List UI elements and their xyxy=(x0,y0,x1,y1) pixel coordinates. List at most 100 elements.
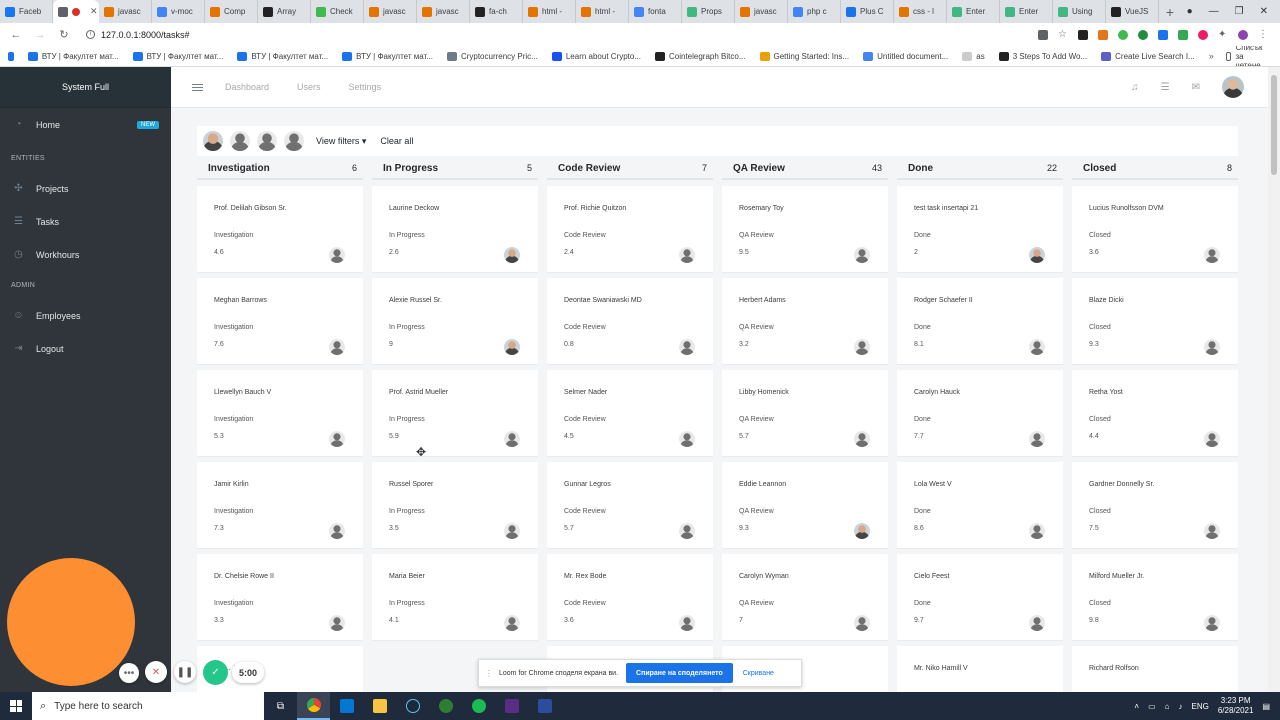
taskbar-chrome[interactable] xyxy=(297,692,330,720)
address-bar[interactable]: i 127.0.0.1:8000/tasks# xyxy=(86,30,190,40)
browser-tab[interactable]: Comp xyxy=(205,0,258,23)
browser-tab[interactable]: php c xyxy=(788,0,841,23)
task-card[interactable]: Richard RolfsonClosed xyxy=(1072,646,1238,692)
task-card[interactable]: Cielo Feest Done 9.7 xyxy=(897,554,1063,640)
profile-avatar[interactable] xyxy=(1238,29,1248,40)
task-card[interactable]: Selmer Nader Code Review 4.5 xyxy=(547,370,713,456)
taskbar-search[interactable]: ⌕ Type here to search xyxy=(32,692,264,720)
assignee-avatar[interactable] xyxy=(854,339,870,355)
assignee-avatar[interactable] xyxy=(329,523,345,539)
task-card[interactable]: Libby Homenick QA Review 5.7 xyxy=(722,370,888,456)
bookmark-item[interactable]: Learn about Crypto... xyxy=(551,51,641,61)
metamask-icon[interactable] xyxy=(1098,29,1108,40)
site-info-icon[interactable]: i xyxy=(86,30,95,39)
loom-camera-bubble[interactable] xyxy=(7,558,135,686)
assignee-avatar[interactable] xyxy=(504,523,520,539)
assignee-avatar[interactable] xyxy=(329,431,345,447)
bookmark-item[interactable]: ВТУ | Факултет мат... xyxy=(27,51,119,61)
task-card[interactable]: Russel Sporer In Progress 3.5 xyxy=(372,462,538,548)
task-card[interactable]: Meghan Barrows Investigation 7.6 xyxy=(197,278,363,364)
task-card[interactable]: Llewellyn Bauch V Investigation 5.3 xyxy=(197,370,363,456)
sidebar-item-tasks[interactable]: ☰ Tasks xyxy=(0,205,171,238)
task-card[interactable]: Lucius Runolfsson DVM Closed 3.6 xyxy=(1072,186,1238,272)
battery-icon[interactable]: ▭ xyxy=(1148,702,1156,711)
task-view-icon[interactable]: ⧉ xyxy=(264,692,297,720)
filter-avatar[interactable] xyxy=(256,130,278,152)
assignee-avatar[interactable] xyxy=(1029,523,1045,539)
task-card[interactable]: Retha Yost Closed 4.4 xyxy=(1072,370,1238,456)
extension-icon[interactable] xyxy=(1158,29,1168,40)
task-card[interactable]: Mr. Rex Bode Code Review 3.6 xyxy=(547,554,713,640)
assignee-avatar[interactable] xyxy=(1204,431,1220,447)
browser-tab[interactable]: javasc xyxy=(735,0,788,23)
task-card[interactable]: Laurine Deckow In Progress 2.6 xyxy=(372,186,538,272)
list-icon[interactable]: ☰ xyxy=(1161,82,1170,93)
close-window-icon[interactable]: ✕ xyxy=(1260,6,1268,17)
start-button[interactable] xyxy=(0,700,32,712)
assignee-avatar[interactable] xyxy=(1204,247,1220,263)
tab-search-icon[interactable]: ● xyxy=(1187,6,1193,17)
browser-tab[interactable]: VueJS xyxy=(1106,0,1159,23)
envelope-icon[interactable]: ✉ xyxy=(1192,82,1200,93)
taskbar-spotify[interactable] xyxy=(462,692,495,720)
browser-tab[interactable]: Using xyxy=(1053,0,1106,23)
assignee-avatar[interactable] xyxy=(1204,523,1220,539)
taskbar-steam[interactable] xyxy=(396,692,429,720)
task-card[interactable]: Gunnar Legros Code Review 5.7 xyxy=(547,462,713,548)
assignee-avatar[interactable] xyxy=(504,431,520,447)
vue-devtools-icon[interactable] xyxy=(1178,29,1188,40)
task-card[interactable]: test task insertapi 21 Done 2 xyxy=(897,186,1063,272)
task-card[interactable]: Carolyn Hauck Done 7.7 xyxy=(897,370,1063,456)
bookmark-item[interactable]: 3 Steps To Add Wo... xyxy=(998,51,1087,61)
extension-icon[interactable] xyxy=(1078,29,1088,40)
task-card[interactable]: Lola West V Done 8.6 xyxy=(897,462,1063,548)
browser-tab[interactable]: v-moc xyxy=(152,0,205,23)
task-card[interactable]: Rosemary Toy QA Review 9.5 xyxy=(722,186,888,272)
sidebar-item-logout[interactable]: ⇥ Logout xyxy=(0,332,171,365)
task-card[interactable]: Prof. Astrid Mueller In Progress 5.9 xyxy=(372,370,538,456)
assignee-avatar[interactable] xyxy=(329,247,345,263)
taskbar-mail[interactable] xyxy=(330,692,363,720)
hide-button[interactable]: Скриване xyxy=(743,670,774,677)
header-link-users[interactable]: Users xyxy=(297,82,321,92)
assignee-avatar[interactable] xyxy=(1204,339,1220,355)
sidebar-item-home[interactable]: ◔ Home NEW xyxy=(0,108,171,141)
sidebar-item-workhours[interactable]: ◷ Workhours xyxy=(0,238,171,271)
hamburger-icon[interactable] xyxy=(192,82,203,93)
assignee-avatar[interactable] xyxy=(504,339,520,355)
view-filters-button[interactable]: View filters ▾ xyxy=(316,136,366,147)
browser-tab[interactable]: Check xyxy=(311,0,364,23)
header-link-dashboard[interactable]: Dashboard xyxy=(225,82,269,92)
apps-icon[interactable] xyxy=(8,51,14,61)
bookmark-item[interactable]: Untitled document... xyxy=(863,51,948,61)
assignee-avatar[interactable] xyxy=(504,247,520,263)
assignee-avatar[interactable] xyxy=(854,247,870,263)
bookmarks-more-button[interactable]: » xyxy=(1209,51,1214,61)
task-card[interactable]: Prof. Richie Quitzon Code Review 2.4 xyxy=(547,186,713,272)
stop-sharing-button[interactable]: Спиране на споделянето xyxy=(626,663,733,683)
task-card[interactable]: Mr. Niko Hamill VDone xyxy=(897,646,1063,692)
browser-tab[interactable]: javasc xyxy=(99,0,152,23)
taskbar-hotspot[interactable] xyxy=(429,692,462,720)
assignee-avatar[interactable] xyxy=(679,247,695,263)
task-card[interactable]: Deontae Swaniawski MD Code Review 0.8 xyxy=(547,278,713,364)
chevron-up-icon[interactable]: ˄ xyxy=(1134,702,1139,711)
scrollbar-thumb[interactable] xyxy=(1271,75,1277,175)
kebab-menu-icon[interactable]: ⋮ xyxy=(1258,29,1268,40)
loom-finish-icon[interactable]: ✓ xyxy=(203,660,228,685)
filter-avatar[interactable] xyxy=(283,130,305,152)
bell-icon[interactable]: ♫ xyxy=(1131,82,1139,93)
task-card[interactable]: Milford Mueller Jr. Closed 9.8 xyxy=(1072,554,1238,640)
assignee-avatar[interactable] xyxy=(1029,615,1045,631)
sidebar-item-employees[interactable]: ☺ Employees xyxy=(0,299,171,332)
assignee-avatar[interactable] xyxy=(504,615,520,631)
extension-icon[interactable] xyxy=(1198,29,1208,40)
clear-all-button[interactable]: Clear all xyxy=(380,136,413,146)
bookmark-item[interactable]: Create Live Search I... xyxy=(1101,51,1195,61)
reading-list-button[interactable]: Списък за четене xyxy=(1225,46,1270,66)
browser-tab[interactable]: Enter xyxy=(947,0,1000,23)
extension-icon[interactable] xyxy=(1138,29,1148,40)
task-card[interactable]: Eddie Leannon QA Review 9.3 xyxy=(722,462,888,548)
browser-tab[interactable]: Faceb xyxy=(0,0,53,23)
assignee-avatar[interactable] xyxy=(679,523,695,539)
